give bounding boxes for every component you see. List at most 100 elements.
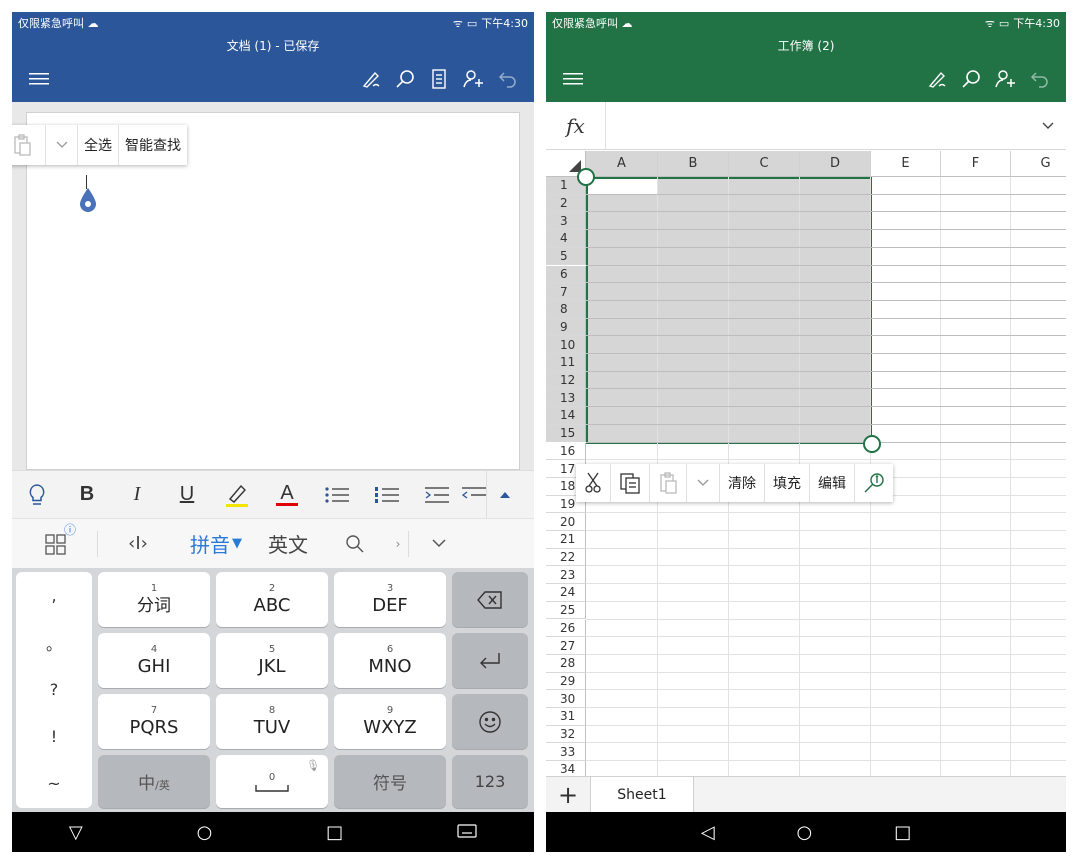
punct-exclaim[interactable]: ! [16, 713, 92, 760]
row-header-23[interactable]: 23 [546, 566, 586, 585]
cursor-move-icon[interactable]: ‹I› [98, 519, 178, 569]
nav-back-icon[interactable]: ▽ [69, 822, 83, 843]
punct-comma[interactable]: , [16, 572, 92, 619]
column-header-g[interactable]: G [1011, 151, 1066, 177]
row-header-5[interactable]: 5 [546, 247, 586, 266]
key-6[interactable]: 6 MNO [334, 633, 446, 688]
clear-button[interactable]: 清除 [720, 464, 765, 502]
punct-question[interactable]: ? [16, 666, 92, 713]
selection-range[interactable] [586, 177, 872, 444]
numbering-icon[interactable] [362, 471, 412, 519]
key-9[interactable]: 9 WXYZ [334, 694, 446, 749]
increase-indent-icon[interactable] [412, 471, 462, 519]
cursor-handle-icon[interactable] [78, 187, 98, 217]
row-header-24[interactable]: 24 [546, 584, 586, 602]
ideas-bulb-icon[interactable] [12, 471, 62, 519]
backspace-key[interactable] [452, 572, 528, 627]
document-page[interactable] [26, 112, 520, 470]
column-header-d[interactable]: D [800, 151, 871, 177]
key-2[interactable]: 2 ABC [216, 572, 328, 627]
sheet-tab[interactable]: Sheet1 [590, 776, 694, 813]
collapse-keyboard-icon[interactable] [408, 530, 468, 557]
punct-tilde[interactable]: ~ [16, 760, 92, 807]
numbers-key[interactable]: 123 [452, 755, 528, 808]
nav-recent-icon[interactable]: □ [326, 822, 343, 843]
row-header-15[interactable]: 15 [546, 424, 586, 443]
column-header-f[interactable]: F [941, 151, 1011, 177]
paste-options-chevron[interactable] [46, 125, 78, 165]
row-header-28[interactable]: 28 [546, 654, 586, 673]
decrease-indent-icon[interactable] [462, 471, 486, 519]
key-4[interactable]: 4 GHI [98, 633, 210, 688]
share-person-icon[interactable] [456, 62, 490, 96]
key-5[interactable]: 5 JKL [216, 633, 328, 688]
spreadsheet-grid[interactable]: A B C D E F G 1 2 3 4 5 6 7 8 9 10 11 12 13 14 15 16 17 18 19 20 21… [546, 151, 1066, 776]
row-header-9[interactable]: 9 [546, 318, 586, 337]
cut-icon[interactable] [576, 464, 611, 502]
fill-button[interactable]: 填充 [765, 464, 810, 502]
font-color-button[interactable]: A [262, 471, 312, 519]
row-header-4[interactable]: 4 [546, 230, 586, 248]
select-all-button[interactable]: 全选 [78, 125, 119, 165]
nav-home-icon[interactable]: ○ [197, 822, 213, 843]
row-header-7[interactable]: 7 [546, 283, 586, 301]
nav-recent-icon[interactable]: □ [894, 822, 911, 843]
row-header-12[interactable]: 12 [546, 371, 586, 390]
row-header-10[interactable]: 10 [546, 336, 586, 354]
add-sheet-button[interactable]: + [546, 777, 590, 813]
reading-view-icon[interactable] [422, 62, 456, 96]
search-icon[interactable] [388, 62, 422, 96]
punct-period[interactable]: 。 [16, 619, 92, 666]
row-header-22[interactable]: 22 [546, 548, 586, 567]
key-3[interactable]: 3 DEF [334, 572, 446, 627]
highlight-icon[interactable] [212, 471, 262, 519]
bullets-icon[interactable] [312, 471, 362, 519]
row-header-2[interactable]: 2 [546, 194, 586, 213]
pen-icon[interactable] [920, 62, 954, 96]
enter-key[interactable] [452, 633, 528, 688]
row-header-29[interactable]: 29 [546, 672, 586, 691]
paste-options-chevron[interactable] [687, 464, 720, 502]
smart-lookup-button[interactable]: 智能查找 [119, 125, 187, 165]
nav-back-icon[interactable]: ◁ [701, 822, 715, 843]
menu-icon[interactable] [556, 62, 590, 96]
row-header-26[interactable]: 26 [546, 619, 586, 638]
menu-icon[interactable] [22, 62, 56, 96]
share-person-icon[interactable] [988, 62, 1022, 96]
selection-end-handle[interactable] [863, 434, 881, 453]
search-icon[interactable] [954, 62, 988, 96]
italic-button[interactable]: I [112, 471, 162, 519]
smart-lookup-icon[interactable] [855, 464, 893, 502]
row-header-25[interactable]: 25 [546, 601, 586, 620]
row-header-14[interactable]: 14 [546, 407, 586, 425]
key-7[interactable]: 7 PQRS [98, 694, 210, 749]
pen-icon[interactable] [354, 62, 388, 96]
row-header-8[interactable]: 8 [546, 300, 586, 319]
punctuation-column[interactable]: , 。 ? ! ~ [16, 572, 92, 808]
copy-icon[interactable] [611, 464, 650, 502]
undo-icon[interactable] [490, 62, 524, 96]
undo-icon[interactable] [1022, 62, 1056, 96]
paste-icon[interactable] [650, 464, 687, 502]
column-header-c[interactable]: C [729, 151, 800, 177]
row-header-21[interactable]: 21 [546, 531, 586, 549]
nav-home-icon[interactable]: ○ [797, 822, 813, 843]
row-header-11[interactable]: 11 [546, 354, 586, 372]
row-header-34[interactable]: 34 [546, 761, 586, 776]
expand-toolbar-icon[interactable] [486, 470, 522, 519]
row-header-33[interactable]: 33 [546, 743, 586, 762]
key-1[interactable]: 1 分词 [98, 572, 210, 627]
column-header-b[interactable]: B [658, 151, 729, 177]
row-header-16[interactable]: 16 [546, 442, 586, 461]
paste-button[interactable] [12, 125, 46, 165]
column-header-e[interactable]: E [871, 151, 941, 177]
active-cell[interactable] [588, 179, 658, 195]
row-header-6[interactable]: 6 [546, 265, 586, 284]
ime-search-icon[interactable] [322, 519, 388, 569]
edit-button[interactable]: 编辑 [810, 464, 855, 502]
pinyin-mode-button[interactable]: 拼音 ▼ [178, 519, 254, 569]
selection-start-handle[interactable] [577, 168, 595, 186]
row-header-13[interactable]: 13 [546, 389, 586, 408]
ime-menu-icon[interactable]: ⓘ [12, 523, 98, 557]
row-header-32[interactable]: 32 [546, 725, 586, 744]
